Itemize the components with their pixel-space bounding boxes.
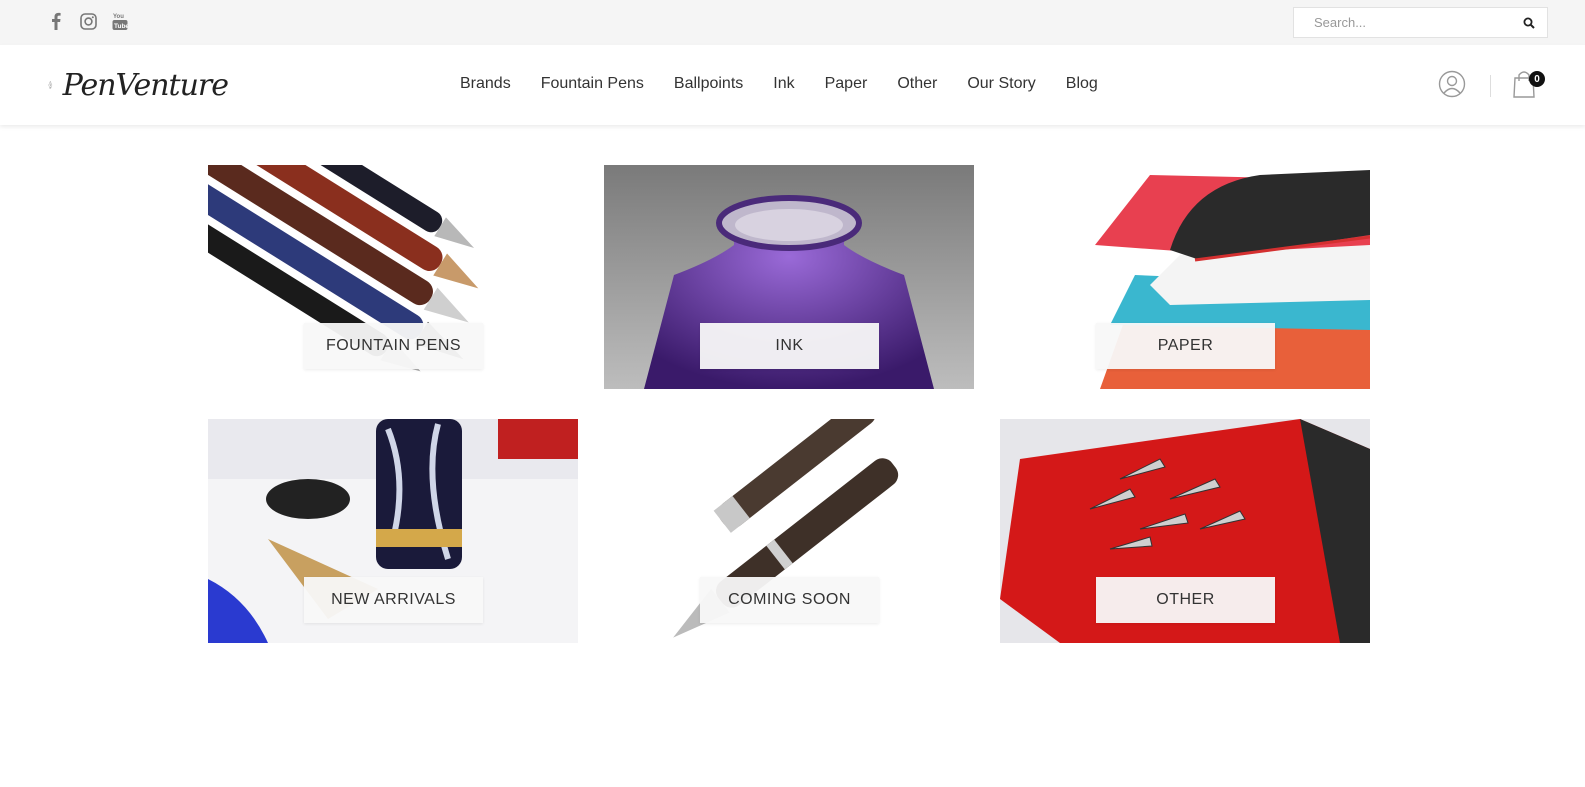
pen-nib-logo-icon	[48, 80, 53, 89]
user-account-icon[interactable]	[1438, 70, 1466, 98]
svg-text:You: You	[113, 14, 124, 20]
search-icon[interactable]	[1521, 15, 1537, 31]
search-input[interactable]	[1294, 8, 1509, 37]
category-tile-fountain-pens[interactable]: FOUNTAIN PENS	[208, 165, 578, 389]
nav-brands[interactable]: Brands	[460, 75, 511, 93]
nav-our-story[interactable]: Our Story	[967, 75, 1035, 93]
tile-label: OTHER	[1096, 577, 1275, 623]
svg-text:Tube: Tube	[114, 23, 128, 30]
tile-label: NEW ARRIVALS	[304, 577, 483, 623]
nav-ink[interactable]: Ink	[773, 75, 794, 93]
nav-paper[interactable]: Paper	[825, 75, 868, 93]
tile-label: INK	[700, 323, 879, 369]
main-nav: Brands Fountain Pens Ballpoints Ink Pape…	[460, 75, 1128, 93]
facebook-icon[interactable]	[47, 11, 65, 31]
tile-label: FOUNTAIN PENS	[304, 323, 483, 369]
nav-other[interactable]: Other	[897, 75, 937, 93]
main-header: PenVenture Brands Fountain Pens Ballpoin…	[0, 45, 1585, 125]
nav-ballpoints[interactable]: Ballpoints	[674, 75, 743, 93]
instagram-icon[interactable]	[79, 11, 97, 31]
category-tile-new-arrivals[interactable]: NEW ARRIVALS	[208, 419, 578, 643]
nav-blog[interactable]: Blog	[1066, 75, 1098, 93]
cart-count-badge: 0	[1529, 71, 1545, 87]
header-divider	[1490, 75, 1491, 97]
logo-text: PenVenture	[62, 67, 229, 103]
category-tile-ink[interactable]: INK	[604, 165, 974, 389]
top-bar: You Tube	[0, 0, 1585, 45]
search-box	[1293, 7, 1548, 38]
tile-label: COMING SOON	[700, 577, 879, 623]
logo[interactable]: PenVenture	[48, 55, 229, 115]
social-links: You Tube	[47, 11, 129, 31]
nav-fountain-pens[interactable]: Fountain Pens	[541, 75, 644, 93]
category-tile-coming-soon[interactable]: COMING SOON	[604, 419, 974, 643]
category-tile-paper[interactable]: PAPER	[1000, 165, 1370, 389]
youtube-icon[interactable]: You Tube	[111, 11, 129, 31]
tile-label: PAPER	[1096, 323, 1275, 369]
category-tile-other[interactable]: OTHER	[1000, 419, 1370, 643]
